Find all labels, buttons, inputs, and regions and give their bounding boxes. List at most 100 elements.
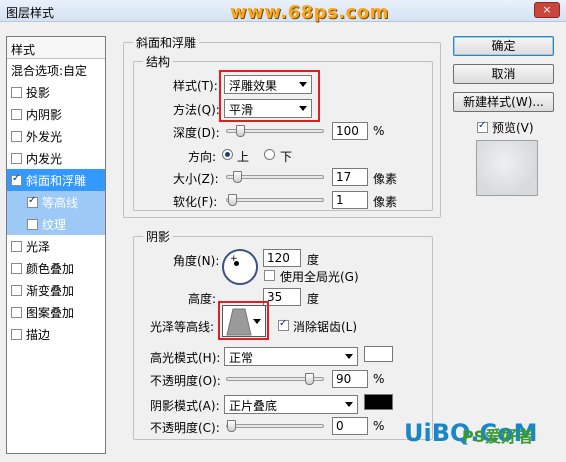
size-slider[interactable]	[226, 171, 324, 183]
depth-slider-thumb[interactable]	[236, 125, 245, 137]
style-list-header: 样式	[7, 37, 105, 59]
style-list-items: 混合选项:自定投影内阴影外发光内发光斜面和浮雕等高线纹理光泽颜色叠加渐变叠加图案…	[7, 59, 105, 345]
shading-title: 阴影	[143, 228, 174, 245]
style-checkbox[interactable]	[11, 306, 22, 318]
style-list-item[interactable]: 外发光	[7, 125, 105, 147]
style-checkbox[interactable]	[11, 108, 22, 120]
global-light-checkbox[interactable]	[264, 270, 275, 281]
style-list-item[interactable]: 纹理	[7, 213, 105, 235]
window-title: 图层样式	[6, 6, 55, 20]
gloss-contour-label: 光泽等高线:	[150, 320, 215, 334]
style-list-item-label: 图案叠加	[26, 305, 75, 320]
soften-slider[interactable]	[226, 194, 324, 206]
highlight-opacity-unit: %	[373, 372, 385, 386]
style-checkbox[interactable]	[11, 173, 22, 186]
direction-down-label: 下	[280, 150, 293, 164]
size-slider-thumb[interactable]	[233, 171, 242, 183]
new-style-button[interactable]: 新建样式(W)...	[453, 92, 554, 112]
shadow-opacity-input[interactable]: 0	[332, 417, 368, 435]
style-list-item[interactable]: 光泽	[7, 235, 105, 257]
shadow-mode-value: 正片叠底	[229, 399, 278, 413]
style-checkbox[interactable]	[27, 218, 38, 230]
style-list-item[interactable]: 斜面和浮雕	[7, 169, 105, 191]
technique-label: 方法(Q):	[173, 103, 220, 117]
highlight-opacity-slider[interactable]	[226, 373, 324, 385]
cancel-button[interactable]: 取消	[453, 64, 554, 84]
altitude-label: 高度:	[188, 292, 217, 306]
highlight-mode-select[interactable]: 正常	[224, 347, 358, 366]
style-checkbox[interactable]	[11, 86, 22, 98]
contour-highlight-frame	[218, 301, 269, 340]
style-checkbox[interactable]	[11, 284, 22, 296]
highlight-mode-label: 高光模式(H):	[150, 351, 221, 365]
style-checkbox[interactable]	[11, 152, 22, 164]
depth-label: 深度(D):	[173, 126, 220, 140]
highlight-opacity-thumb[interactable]	[305, 373, 314, 385]
close-button[interactable]: ×	[534, 2, 560, 18]
style-list-item-label: 混合选项:自定	[11, 63, 88, 78]
style-label: 样式(T):	[173, 79, 218, 93]
style-checkbox[interactable]	[11, 262, 22, 274]
style-checkbox[interactable]	[11, 240, 22, 252]
global-light-label: 使用全局光(G)	[280, 270, 359, 284]
style-list-item[interactable]: 颜色叠加	[7, 257, 105, 279]
altitude-unit: 度	[307, 292, 320, 306]
direction-label: 方向:	[188, 150, 217, 164]
style-list-item[interactable]: 投影	[7, 81, 105, 103]
shadow-opacity-slider[interactable]	[226, 420, 324, 432]
style-list-item[interactable]: 内发光	[7, 147, 105, 169]
soften-input[interactable]: 1	[332, 191, 368, 209]
site-logo-secondary: PS爱好者	[462, 427, 534, 446]
size-input[interactable]: 17	[332, 168, 368, 186]
size-label: 大小(Z):	[173, 172, 219, 186]
highlight-opacity-input[interactable]: 90	[332, 370, 368, 388]
angle-crosshair-icon: +	[230, 254, 238, 264]
style-list-item[interactable]: 描边	[7, 323, 105, 345]
title-bar: 图层样式 www.68ps.com ×	[0, 0, 566, 23]
style-list-item[interactable]: 等高线	[7, 191, 105, 213]
highlight-opacity-label: 不透明度(O):	[150, 374, 221, 388]
soften-slider-thumb[interactable]	[228, 194, 237, 206]
structure-title: 结构	[143, 53, 174, 70]
angle-label: 角度(N):	[173, 254, 220, 268]
depth-slider[interactable]	[226, 125, 324, 137]
preview-toggle[interactable]: 预览(V)	[477, 119, 534, 136]
angle-dial[interactable]: +	[222, 249, 258, 285]
shadow-opacity-label: 不透明度(C):	[150, 421, 220, 435]
style-list-item-label: 内发光	[26, 151, 63, 166]
shadow-mode-label: 阴影模式(A):	[150, 399, 220, 413]
style-list-item[interactable]: 内阴影	[7, 103, 105, 125]
shadow-opacity-unit: %	[373, 419, 385, 433]
style-list-item[interactable]: 渐变叠加	[7, 279, 105, 301]
preview-thumbnail	[476, 140, 538, 196]
antialias-checkbox[interactable]	[278, 318, 289, 331]
style-list: 样式 混合选项:自定投影内阴影外发光内发光斜面和浮雕等高线纹理光泽颜色叠加渐变叠…	[6, 36, 106, 454]
chevron-down-icon	[345, 354, 353, 359]
ok-button[interactable]: 确定	[453, 36, 554, 56]
style-list-item[interactable]: 图案叠加	[7, 301, 105, 323]
preview-label: 预览(V)	[492, 121, 534, 135]
style-list-item[interactable]: 混合选项:自定	[7, 59, 105, 81]
angle-unit: 度	[307, 253, 320, 267]
style-list-item-label: 内阴影	[26, 107, 63, 122]
soften-unit: 像素	[373, 195, 398, 209]
direction-down-radio[interactable]	[264, 149, 275, 160]
preview-checkbox[interactable]	[477, 120, 488, 133]
style-checkbox[interactable]	[11, 130, 22, 142]
style-checkbox[interactable]	[27, 195, 38, 208]
shadow-color-swatch[interactable]	[364, 394, 393, 410]
size-unit: 像素	[373, 172, 398, 186]
direction-up-radio[interactable]	[222, 149, 233, 160]
watermark-text: www.68ps.com	[230, 2, 389, 23]
angle-input[interactable]: 120	[263, 249, 301, 267]
shadow-mode-select[interactable]: 正片叠底	[224, 395, 358, 414]
depth-input[interactable]: 100	[332, 122, 368, 140]
style-list-item-label: 投影	[26, 85, 51, 100]
style-list-item-label: 外发光	[26, 129, 63, 144]
style-list-item-label: 描边	[26, 327, 51, 342]
highlight-color-swatch[interactable]	[364, 346, 393, 362]
style-list-item-label: 颜色叠加	[26, 261, 75, 276]
shadow-opacity-thumb[interactable]	[227, 420, 236, 432]
style-list-item-label: 渐变叠加	[26, 283, 75, 298]
style-checkbox[interactable]	[11, 328, 22, 340]
